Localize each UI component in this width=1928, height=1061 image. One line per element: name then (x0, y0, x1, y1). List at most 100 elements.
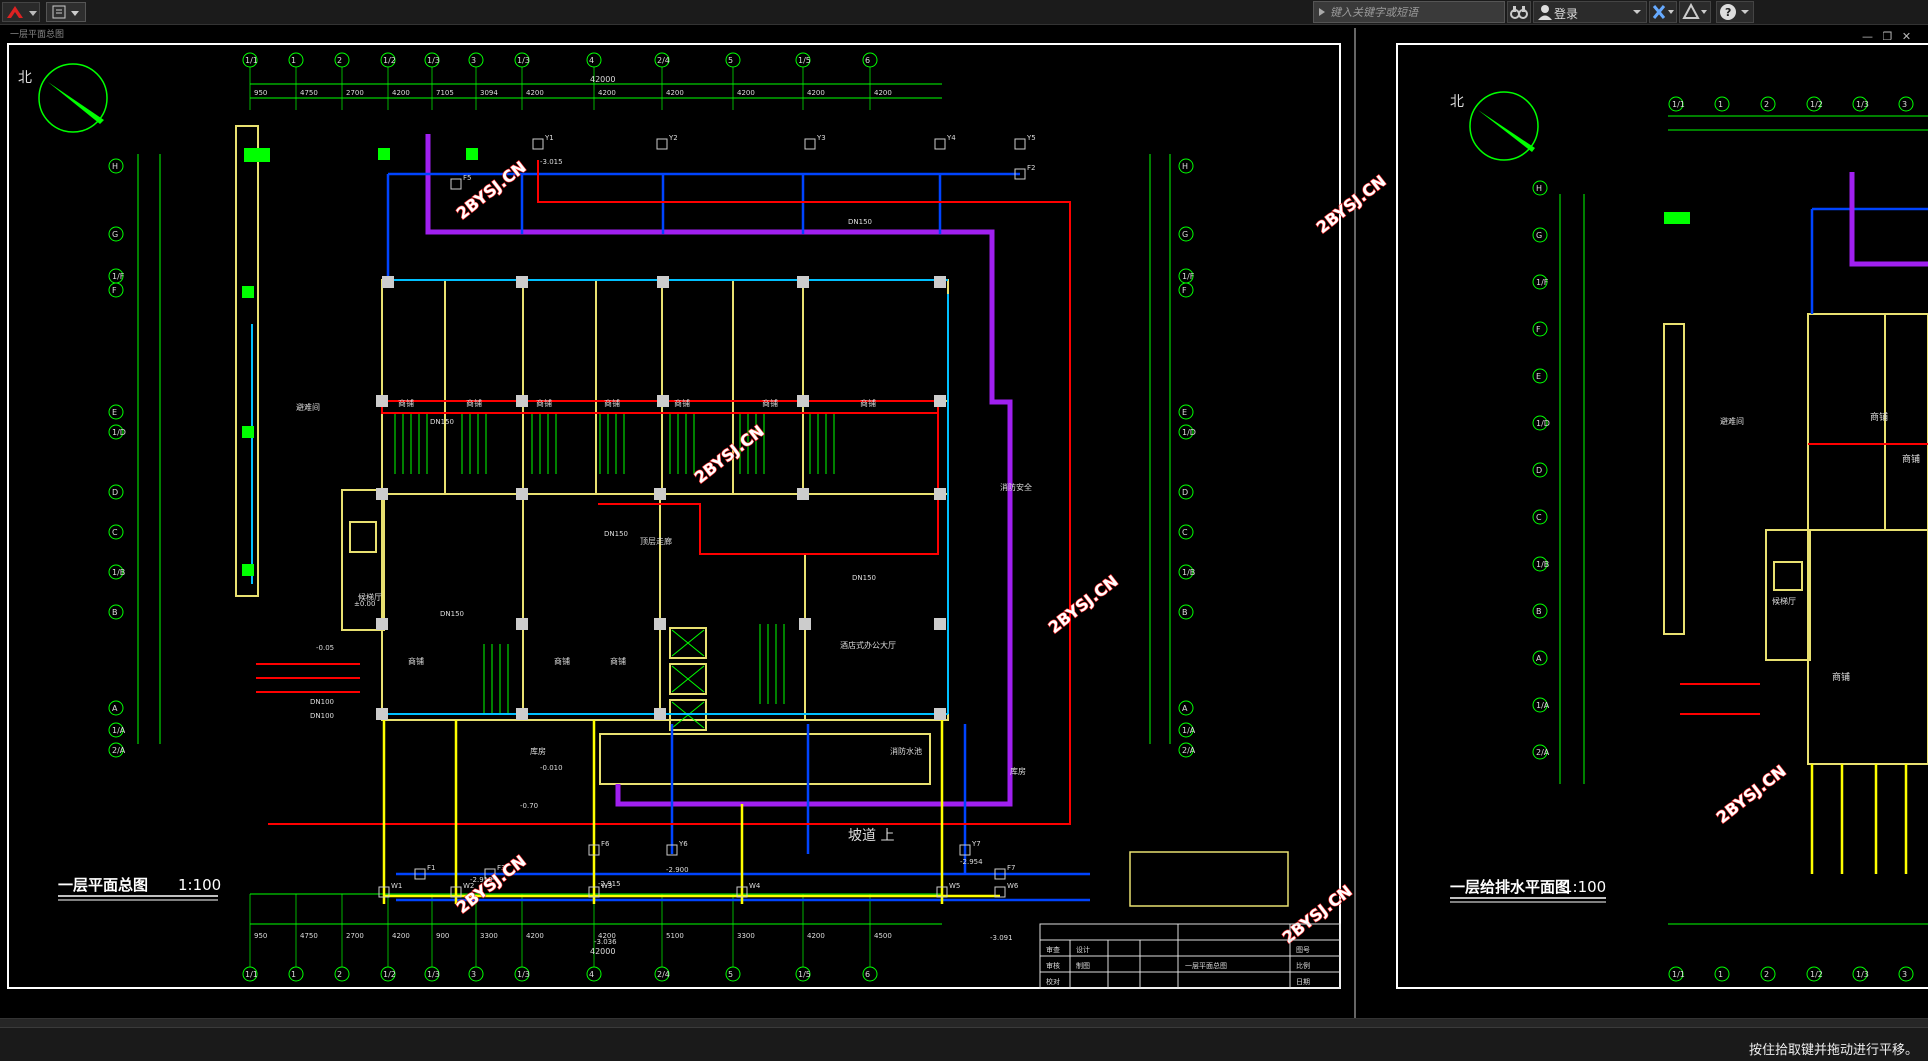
right-col-axis-label: 1/3 (1856, 100, 1869, 109)
right-col-axis-label: 3 (1902, 100, 1907, 109)
axis-label-bottom: 3 (471, 970, 476, 979)
manhole-label: Y6 (678, 840, 688, 848)
axis-label-bottom: 1/2 (383, 970, 396, 979)
column (516, 488, 528, 500)
axis-label-top: 6 (865, 56, 870, 65)
elevation-label: -2.915 (598, 880, 621, 888)
right-sheet-axes: H G 1/F F E 1/D D C 1/B B A 1/A 2/A 1/1 1/1 1 1 2 2 1/2 1/2 1… (1532, 96, 1914, 982)
row-axis-label: H (112, 162, 118, 171)
row-axis-label: G (1182, 230, 1188, 239)
column (382, 276, 394, 288)
pipe-label: DN150 (852, 574, 876, 582)
row-axis-label: C (112, 528, 118, 537)
watermark-text: 2BYSJ.CN (1313, 171, 1390, 237)
right-row-axis-label: 1/F (1536, 278, 1549, 287)
elevation-label: -2.954 (960, 858, 983, 866)
right-col-axis-label: 3 (1902, 970, 1907, 979)
top-dim-text: 4200 (666, 89, 684, 97)
top-dimension-texts: 950 4750 2700 4200 7105 3094 4200 4200 4200 4200 4… (254, 89, 892, 97)
bottom-dimension-texts: 950 4750 2700 4200 900 3300 4200 4200 5100 3300 42… (254, 932, 892, 940)
a360-icon (1682, 2, 1707, 19)
status-bar: 按住拾取键并拖动进行平移。 (0, 1018, 1928, 1061)
manhole (934, 138, 946, 150)
login-label: 登录 (1554, 7, 1579, 21)
room-label: 商铺 (554, 656, 570, 666)
command-line-strip[interactable] (0, 1019, 1928, 1028)
ramp-label: 坡道 上 (848, 828, 894, 844)
exchange-button[interactable] (1649, 1, 1677, 23)
column (797, 488, 809, 500)
room-label: 商铺 (604, 398, 620, 408)
cad-model-space[interactable]: 北 北 1/1 1 2 1/2 1/3 3 1/3 4 2/4 5 1/5 6 1/1 1 2 1/2 1/3… (0, 24, 1928, 1018)
right-room-2: 商铺 (1902, 453, 1920, 465)
north-arrow-left: 北 (18, 63, 108, 133)
manhole-label: F6 (601, 840, 610, 848)
axis-label-bottom: 1/1 (245, 970, 258, 979)
top-dim-text: 4200 (598, 89, 616, 97)
sheet-title-right: 一层给排水平面图 (1450, 878, 1570, 896)
search-input[interactable] (1330, 4, 1498, 20)
manhole-label: Y5 (1026, 134, 1036, 142)
column-axis-bubbles-top: 1/1 1 2 1/2 1/3 3 1/3 4 2/4 5 1/5 6 (242, 52, 878, 110)
room-label: 顶层走廊 (640, 536, 672, 546)
right-col-axis-label: 1/1 (1672, 100, 1685, 109)
elevation-label: ±0.00 (354, 600, 375, 608)
room-label: 商铺 (674, 398, 690, 408)
elevation-label: -0.70 (520, 802, 538, 810)
row-axis-label: C (1182, 528, 1188, 537)
elevation-label: -3.015 (540, 158, 563, 166)
row-axis-label: 1/F (112, 272, 125, 281)
room-label: 商铺 (610, 656, 626, 666)
right-row-axis-label: F (1536, 325, 1541, 334)
manhole (1014, 138, 1026, 150)
sheet-border-right (1396, 43, 1928, 989)
axis-label-top: 1/5 (798, 56, 811, 65)
water-supply-pipes (386, 172, 1090, 902)
right-col-axis-label: 2 (1764, 970, 1769, 979)
title-block-text: 图号 (1296, 946, 1310, 954)
right-boundary (1849, 172, 1928, 267)
axis-label-top: 1 (291, 56, 296, 65)
manhole-label: Y3 (816, 134, 826, 142)
top-dim-text: 3094 (480, 89, 498, 97)
row-axis-label: 1/B (1182, 568, 1195, 577)
application-menu-button[interactable] (2, 2, 40, 22)
find-button[interactable] (1507, 1, 1531, 23)
column (516, 708, 528, 720)
top-dim-text: 7105 (436, 89, 454, 97)
binoculars-icon (1510, 6, 1528, 19)
room-label: 避难间 (296, 402, 320, 412)
title-block-text: 校对 (1046, 977, 1060, 986)
status-prompt: 按住拾取键并拖动进行平移。 (1748, 1043, 1918, 1058)
drawing-canvas[interactable]: 北 北 1/1 1 2 1/2 1/3 3 1/3 4 2/4 5 1/5 6 1/1 1 2 1/2 1/3… (0, 24, 1928, 1018)
sheet-scale-right: 1:100 (1563, 878, 1606, 896)
row-axis-label: 1/D (1182, 428, 1196, 437)
manhole-label: F5 (463, 174, 471, 182)
bottom-dim-text: 5100 (666, 932, 684, 940)
axis-label-top: 5 (728, 56, 733, 65)
bottom-dim-text: 3300 (480, 932, 498, 940)
elevation-label: -3.091 (990, 934, 1013, 942)
pipe-label: DN150 (604, 530, 628, 538)
right-fire-pipes (1680, 443, 1928, 715)
login-button[interactable]: 登录 (1533, 1, 1647, 23)
bottom-dim-text: 4500 (874, 932, 892, 940)
elevation-label: -2.900 (666, 866, 689, 874)
column (376, 708, 388, 720)
search-box[interactable] (1313, 1, 1505, 23)
a360-button[interactable] (1679, 1, 1711, 23)
watermarks: 2BYSJ.CN2BYSJ.CN2BYSJ.CN2BYSJ.CN2BYSJ.CN… (452, 157, 1790, 948)
right-row-axis-label: C (1536, 513, 1542, 522)
top-dim-text: 4200 (807, 89, 825, 97)
row-axis-label: 1/A (112, 726, 126, 735)
right-elevator (1773, 561, 1803, 591)
room-label: 库房 (1010, 766, 1026, 776)
row-axis-label: 1/D (112, 428, 126, 437)
column (799, 618, 811, 630)
help-button[interactable]: ? (1716, 1, 1754, 23)
row-axis-bubbles-left: H G 1/F F E 1/D D C 1/B B A 1/A 2/A (108, 158, 126, 758)
quick-access-button[interactable] (46, 2, 86, 22)
manhole-label: W6 (1007, 882, 1019, 890)
title-block-text: 日期 (1296, 978, 1310, 986)
equipment-markers (242, 148, 478, 576)
